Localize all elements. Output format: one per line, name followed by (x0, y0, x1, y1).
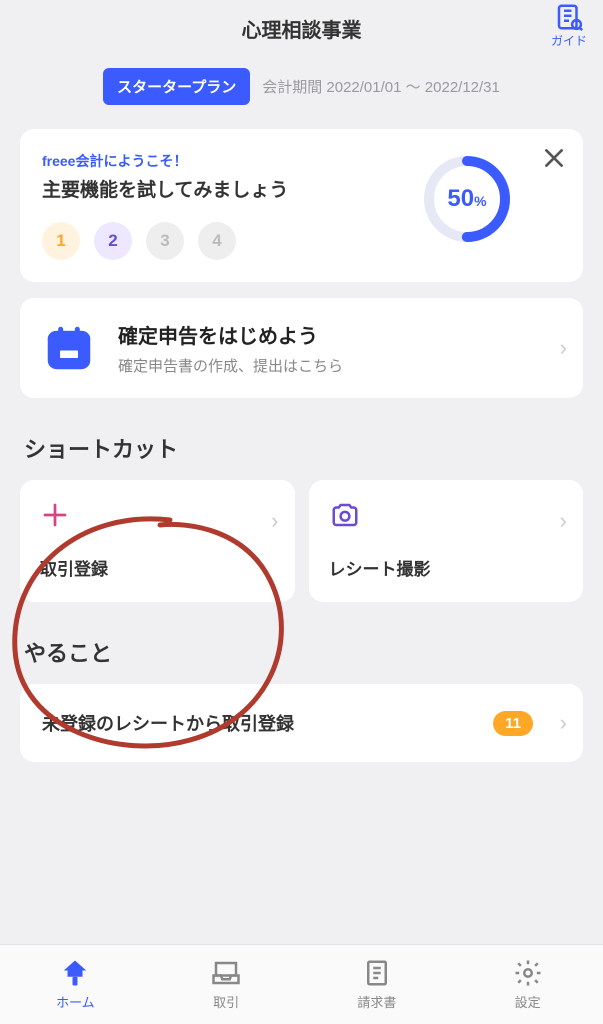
close-icon (541, 145, 567, 171)
progress-ring: 50% (421, 153, 513, 245)
shortcut-register-transaction[interactable]: › 取引登録 (20, 480, 295, 602)
camera-icon (329, 500, 361, 530)
calendar-icon (42, 321, 96, 375)
page-title: 心理相談事業 (242, 14, 362, 43)
bottom-tab-bar: ホーム 取引 請求書 設定 (0, 944, 603, 1024)
shortcut-label: 取引登録 (40, 555, 275, 580)
plan-row: スタータープラン 会計期間 2022/01/01 〜 2022/12/31 (0, 56, 603, 129)
todo-label: 未登録のレシートから取引登録 (42, 710, 493, 736)
guide-icon (554, 2, 584, 32)
app-header: 心理相談事業 ガイド (0, 0, 603, 56)
document-icon (362, 958, 392, 988)
guide-label: ガイド (551, 32, 587, 49)
todo-item-receipts[interactable]: 未登録のレシートから取引登録 11 › (20, 684, 583, 762)
tab-home[interactable]: ホーム (0, 945, 151, 1024)
welcome-card[interactable]: freee会計にようこそ！ 主要機能を試してみましょう 1 2 3 4 50% (20, 129, 583, 282)
tab-label: ホーム (56, 992, 95, 1011)
shortcut-label: レシート撮影 (329, 555, 564, 580)
tax-title: 確定申告をはじめよう (118, 320, 343, 349)
todo-heading: やること (24, 636, 579, 668)
step-1[interactable]: 1 (42, 222, 80, 260)
progress-unit: % (474, 193, 486, 209)
tab-label: 請求書 (357, 992, 396, 1011)
tax-subtitle: 確定申告書の作成、提出はこちら (118, 355, 343, 376)
tab-label: 取引 (213, 992, 239, 1011)
home-icon (60, 958, 90, 988)
accounting-period: 会計期間 2022/01/01 〜 2022/12/31 (262, 76, 500, 97)
shortcut-row: › 取引登録 › レシート撮影 (20, 480, 583, 602)
gear-icon (513, 958, 543, 988)
tab-invoices[interactable]: 請求書 (302, 945, 453, 1024)
step-4[interactable]: 4 (198, 222, 236, 260)
step-3[interactable]: 3 (146, 222, 184, 260)
plus-icon (40, 500, 70, 530)
chevron-right-icon: › (560, 508, 567, 534)
plan-badge[interactable]: スタータープラン (103, 68, 250, 105)
shortcut-receipt-photo[interactable]: › レシート撮影 (309, 480, 584, 602)
chevron-right-icon: › (271, 508, 278, 534)
progress-value: 50 (447, 185, 474, 212)
tab-label: 設定 (515, 992, 541, 1011)
chevron-right-icon: › (560, 335, 567, 361)
tray-icon (211, 958, 241, 988)
tab-transactions[interactable]: 取引 (151, 945, 302, 1024)
step-2[interactable]: 2 (94, 222, 132, 260)
chevron-right-icon: › (560, 710, 567, 736)
todo-count-badge: 11 (493, 711, 533, 736)
shortcuts-heading: ショートカット (24, 432, 579, 464)
guide-button[interactable]: ガイド (551, 2, 587, 49)
tax-filing-card[interactable]: 確定申告をはじめよう 確定申告書の作成、提出はこちら › (20, 298, 583, 398)
tab-settings[interactable]: 設定 (452, 945, 603, 1024)
close-button[interactable] (541, 145, 567, 176)
